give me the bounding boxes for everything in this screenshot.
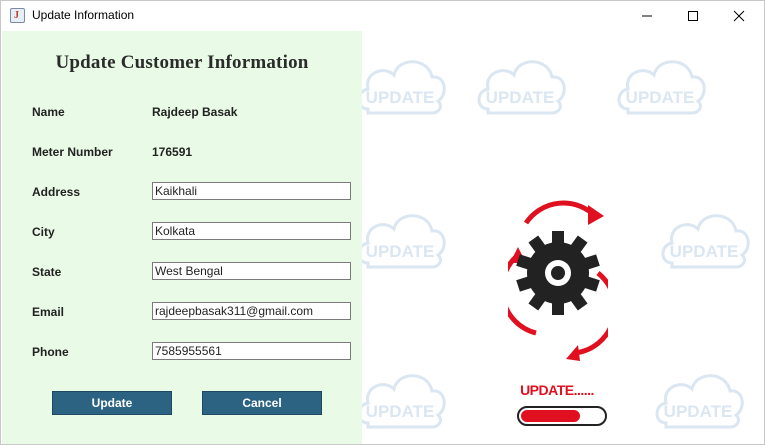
customer-form-panel: Update Customer Information Name Rajdeep… [2, 31, 362, 444]
window-title: Update Information [32, 8, 135, 22]
refresh-arc-top [523, 200, 598, 225]
meter-number-label: Meter Number [32, 145, 113, 159]
phone-label: Phone [32, 345, 69, 359]
update-status-text: UPDATE...... [520, 382, 594, 398]
name-value: Rajdeep Basak [152, 105, 238, 119]
update-information-window: J Update Information Update Customer Inf… [0, 0, 765, 445]
watermark-label: UPDATE [670, 242, 739, 261]
progress-fill [521, 410, 580, 422]
java-cup-icon: J [10, 8, 25, 23]
cloud-watermark-icon: UPDATE [474, 47, 566, 119]
cancel-button[interactable]: Cancel [202, 391, 322, 415]
arrow-head-top [588, 205, 604, 225]
form-heading: Update Customer Information [55, 52, 309, 73]
close-icon [733, 10, 745, 21]
cloud-watermark-icon: UPDATE [614, 47, 706, 119]
maximize-icon [688, 10, 698, 21]
state-label: State [32, 265, 62, 279]
update-progress-widget: UPDATE...... [517, 382, 607, 426]
close-button[interactable] [716, 1, 762, 30]
watermark-label: UPDATE [366, 242, 435, 261]
watermark-label: UPDATE [366, 88, 435, 107]
watermark-label: UPDATE [626, 88, 695, 107]
city-field[interactable] [152, 222, 351, 240]
minimize-button[interactable] [624, 1, 670, 30]
watermark-label: UPDATE [664, 402, 733, 421]
meter-number-value: 176591 [152, 145, 193, 159]
phone-field[interactable] [152, 342, 351, 360]
cloud-watermark-icon: UPDATE [362, 201, 446, 273]
name-label: Name [32, 105, 65, 119]
cloud-watermark-icon: UPDATE [658, 201, 750, 273]
watermark-label: UPDATE [366, 402, 435, 421]
gear-refresh-icon [508, 200, 608, 361]
title-bar[interactable]: J Update Information [1, 1, 764, 30]
address-label: Address [32, 185, 81, 199]
update-button[interactable]: Update [52, 391, 172, 415]
cloud-watermark-icon: UPDATE [362, 47, 446, 119]
minimize-icon [642, 15, 652, 16]
watermark-label: UPDATE [486, 88, 555, 107]
email-label: Email [32, 305, 65, 319]
email-field[interactable] [152, 302, 351, 320]
cloud-watermark-icon: UPDATE [652, 361, 744, 433]
cloud-watermark-icon: UPDATE [362, 361, 446, 433]
address-field[interactable] [152, 182, 351, 200]
arrow-head-right [566, 345, 580, 361]
update-illustration-panel: UPDATE UPDATE UPDATE UPDATE UPDATE UPDAT… [362, 31, 764, 444]
gear-icon [516, 231, 600, 315]
state-field[interactable] [152, 262, 351, 280]
city-label: City [32, 225, 55, 239]
maximize-button[interactable] [670, 1, 716, 30]
